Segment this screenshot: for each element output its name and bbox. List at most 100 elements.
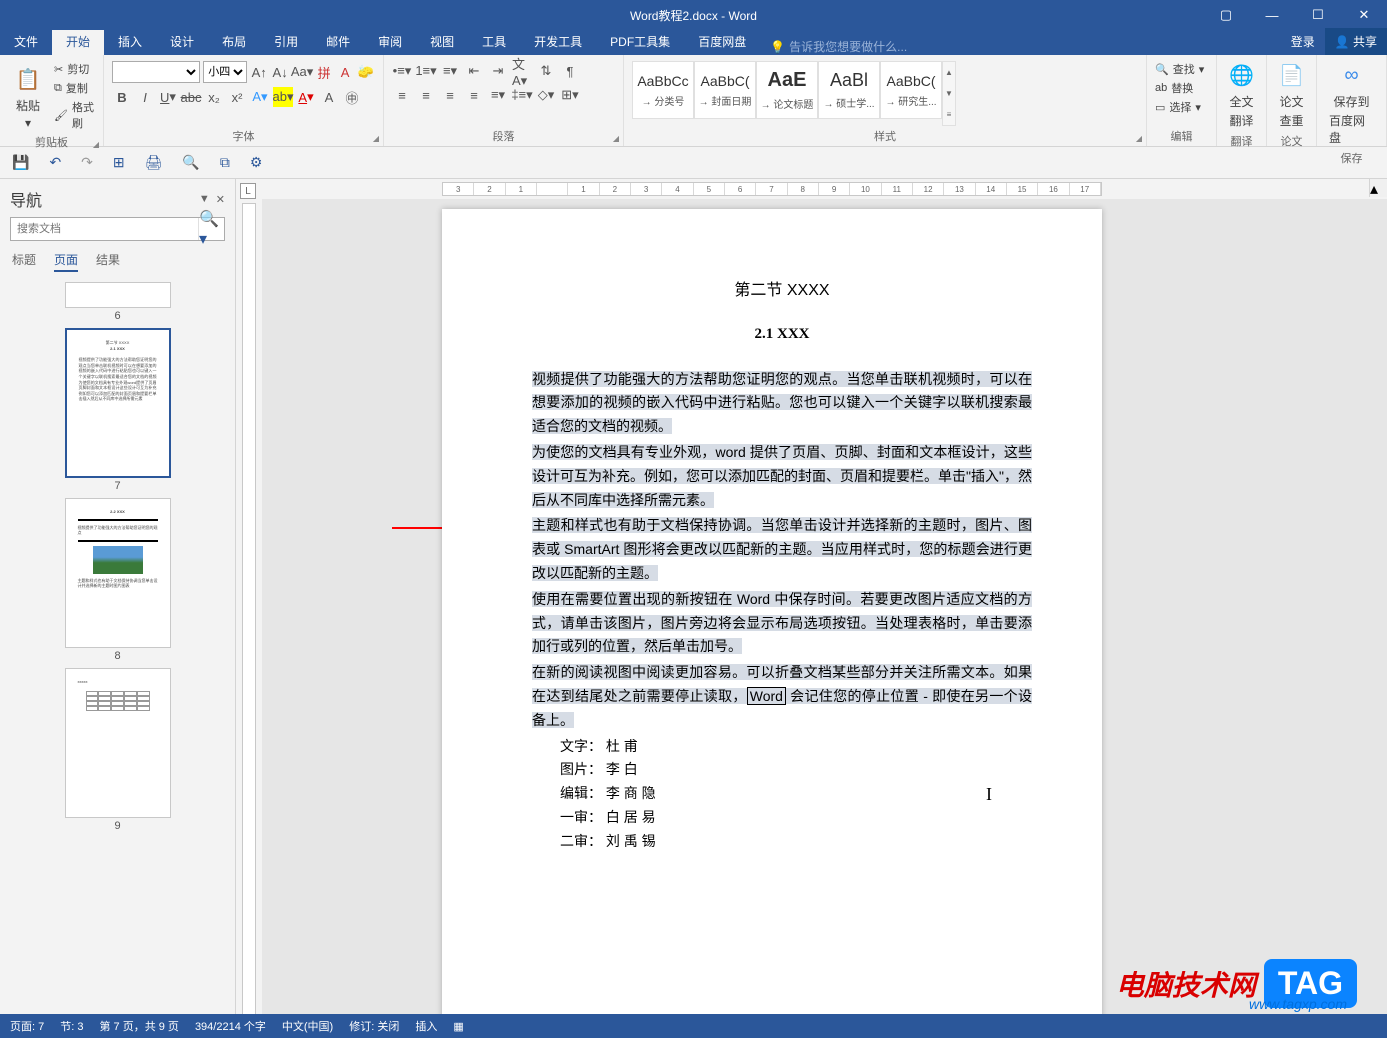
qat-icon[interactable]: ⊞ xyxy=(113,154,125,171)
grow-font-icon[interactable]: A↑ xyxy=(250,62,268,82)
highlight-icon[interactable]: ab▾ xyxy=(273,87,293,107)
nav-dropdown-icon[interactable]: ▼ xyxy=(199,193,210,206)
style-more-icon[interactable]: ≡ xyxy=(943,104,955,125)
paste-button[interactable]: 📋 粘贴▾ xyxy=(8,61,48,132)
tab-references[interactable]: 引用 xyxy=(260,28,312,55)
horizontal-ruler[interactable]: 3211234567891011121314151617 xyxy=(262,179,1387,199)
select-button[interactable]: ▭选择▾ xyxy=(1155,99,1208,115)
nav-tab-pages[interactable]: 页面 xyxy=(54,251,78,272)
close-button[interactable]: ✕ xyxy=(1341,0,1387,30)
find-button[interactable]: 🔍查找▾ xyxy=(1155,61,1208,77)
text-effects-icon[interactable]: A▾ xyxy=(250,87,270,107)
tell-me[interactable]: 💡告诉我您想要做什么... xyxy=(770,38,907,55)
page-thumbnail[interactable]: 6 xyxy=(65,282,171,322)
nav-tab-headings[interactable]: 标题 xyxy=(12,251,36,272)
status-macro-icon[interactable]: ▦ xyxy=(453,1020,463,1033)
replace-button[interactable]: ab替换 xyxy=(1155,80,1208,96)
vertical-ruler[interactable]: L xyxy=(236,179,262,1036)
tab-home[interactable]: 开始 xyxy=(52,28,104,55)
increase-indent-icon[interactable]: ⇥ xyxy=(488,61,508,81)
cut-button[interactable]: ✂剪切 xyxy=(54,61,95,77)
multilevel-icon[interactable]: ≡▾ xyxy=(440,61,460,81)
dialog-launcher-icon[interactable]: ◢ xyxy=(373,134,379,143)
tab-tools[interactable]: 工具 xyxy=(468,28,520,55)
font-size-select[interactable]: 小四 xyxy=(203,61,247,83)
thesis-check-button[interactable]: 📄论文查重 xyxy=(1275,57,1308,131)
tab-pdf[interactable]: PDF工具集 xyxy=(596,28,684,55)
status-insert[interactable]: 插入 xyxy=(415,1018,437,1034)
tab-review[interactable]: 审阅 xyxy=(364,28,416,55)
italic-icon[interactable]: I xyxy=(135,87,155,107)
page-thumbnail[interactable]: 2.2 XXX视频提供了功能强大的方法帮助您证明您的观点主题和样式也有助于文档保… xyxy=(65,498,171,662)
status-page[interactable]: 页面: 7 xyxy=(10,1018,44,1034)
tab-view[interactable]: 视图 xyxy=(416,28,468,55)
status-track[interactable]: 修订: 关闭 xyxy=(349,1018,399,1034)
minimize-button[interactable]: — xyxy=(1249,0,1295,30)
document-page[interactable]: 第二节 XXXX 2.1 XXX 视频提供了功能强大的方法帮助您证明您的观点。当… xyxy=(442,209,1102,1019)
bullets-icon[interactable]: •≡▾ xyxy=(392,61,412,81)
maximize-button[interactable]: ☐ xyxy=(1295,0,1341,30)
status-words[interactable]: 394/2214 个字 xyxy=(195,1018,266,1034)
style-item[interactable]: AaE→ 论文标题 xyxy=(756,61,818,119)
dialog-launcher-icon[interactable]: ◢ xyxy=(93,140,99,149)
distributed-icon[interactable]: ≡▾ xyxy=(488,85,508,105)
dialog-launcher-icon[interactable]: ◢ xyxy=(613,134,619,143)
shading-icon[interactable]: ◇▾ xyxy=(536,85,556,105)
numbering-icon[interactable]: 1≡▾ xyxy=(416,61,436,81)
shrink-font-icon[interactable]: A↓ xyxy=(271,62,289,82)
qat-icon[interactable]: ⧉ xyxy=(220,154,230,171)
enclose-char-icon[interactable]: ㊥ xyxy=(342,87,362,107)
translate-button[interactable]: 🌐全文翻译 xyxy=(1225,57,1258,131)
nav-close-icon[interactable]: ✕ xyxy=(216,193,225,206)
copy-button[interactable]: ⧉复制 xyxy=(54,80,95,96)
status-pages[interactable]: 第 7 页，共 9 页 xyxy=(99,1018,178,1034)
text-direction-icon[interactable]: 文A▾ xyxy=(512,61,532,81)
dialog-launcher-icon[interactable]: ◢ xyxy=(1136,134,1142,143)
qat-redo-icon[interactable]: ↷ xyxy=(81,154,93,171)
style-item[interactable]: AaBbCc→ 分类号 xyxy=(632,61,694,119)
style-item[interactable]: AaBbC(→ 封面日期 xyxy=(694,61,756,119)
style-down-icon[interactable]: ▼ xyxy=(943,83,955,104)
style-item[interactable]: AaBl→ 硕士学... xyxy=(818,61,880,119)
font-family-select[interactable] xyxy=(112,61,200,83)
qat-save-icon[interactable]: 💾 xyxy=(12,154,29,171)
decrease-indent-icon[interactable]: ⇤ xyxy=(464,61,484,81)
save-baidu-button[interactable]: ∞保存到百度网盘 xyxy=(1325,57,1378,148)
nav-search-input[interactable] xyxy=(11,218,198,240)
qat-icon[interactable]: 🔍 xyxy=(182,154,199,171)
nav-tab-results[interactable]: 结果 xyxy=(96,251,120,272)
qat-icon[interactable]: ⚙ xyxy=(250,154,263,171)
page-thumbnail[interactable]: 第二节 XXXX2.1 XXX视频提供了功能强大的方法帮助您证明您的观点当您单击… xyxy=(65,328,171,492)
align-center-icon[interactable]: ≡ xyxy=(416,85,436,105)
tab-selector-icon[interactable]: L xyxy=(240,183,256,199)
tab-insert[interactable]: 插入 xyxy=(104,28,156,55)
borders-icon[interactable]: ⊞▾ xyxy=(560,85,580,105)
strike-icon[interactable]: abc xyxy=(181,87,201,107)
style-gallery[interactable]: AaBbCc→ 分类号 AaBbC(→ 封面日期 AaE→ 论文标题 AaBl→… xyxy=(632,61,956,126)
line-spacing-icon[interactable]: ‡≡▾ xyxy=(512,85,532,105)
superscript-icon[interactable]: x² xyxy=(227,87,247,107)
tab-baidu[interactable]: 百度网盘 xyxy=(684,28,760,55)
tab-layout[interactable]: 布局 xyxy=(208,28,260,55)
bold-icon[interactable]: B xyxy=(112,87,132,107)
show-marks-icon[interactable]: ¶ xyxy=(560,61,580,81)
ribbon-options-icon[interactable]: ▢ xyxy=(1203,0,1249,30)
clear-format-icon[interactable]: 🧽 xyxy=(357,62,375,82)
justify-icon[interactable]: ≡ xyxy=(464,85,484,105)
align-right-icon[interactable]: ≡ xyxy=(440,85,460,105)
scroll-up-icon[interactable]: ▴ xyxy=(1369,179,1387,197)
tab-file[interactable]: 文件 xyxy=(0,28,52,55)
tab-developer[interactable]: 开发工具 xyxy=(520,28,596,55)
align-left-icon[interactable]: ≡ xyxy=(392,85,412,105)
char-shading-icon[interactable]: A xyxy=(319,87,339,107)
font-color-icon[interactable]: A▾ xyxy=(296,87,316,107)
share-button[interactable]: 👤 共享 xyxy=(1325,28,1387,55)
login-button[interactable]: 登录 xyxy=(1281,28,1325,55)
change-case-icon[interactable]: Aa▾ xyxy=(292,62,312,82)
status-lang[interactable]: 中文(中国) xyxy=(282,1018,333,1034)
page-thumbnail[interactable]: xxxxx 9 xyxy=(65,668,171,832)
char-border-icon[interactable]: A xyxy=(336,62,354,82)
tab-mailings[interactable]: 邮件 xyxy=(312,28,364,55)
style-up-icon[interactable]: ▲ xyxy=(943,62,955,83)
style-item[interactable]: AaBbC(→ 研究生... xyxy=(880,61,942,119)
